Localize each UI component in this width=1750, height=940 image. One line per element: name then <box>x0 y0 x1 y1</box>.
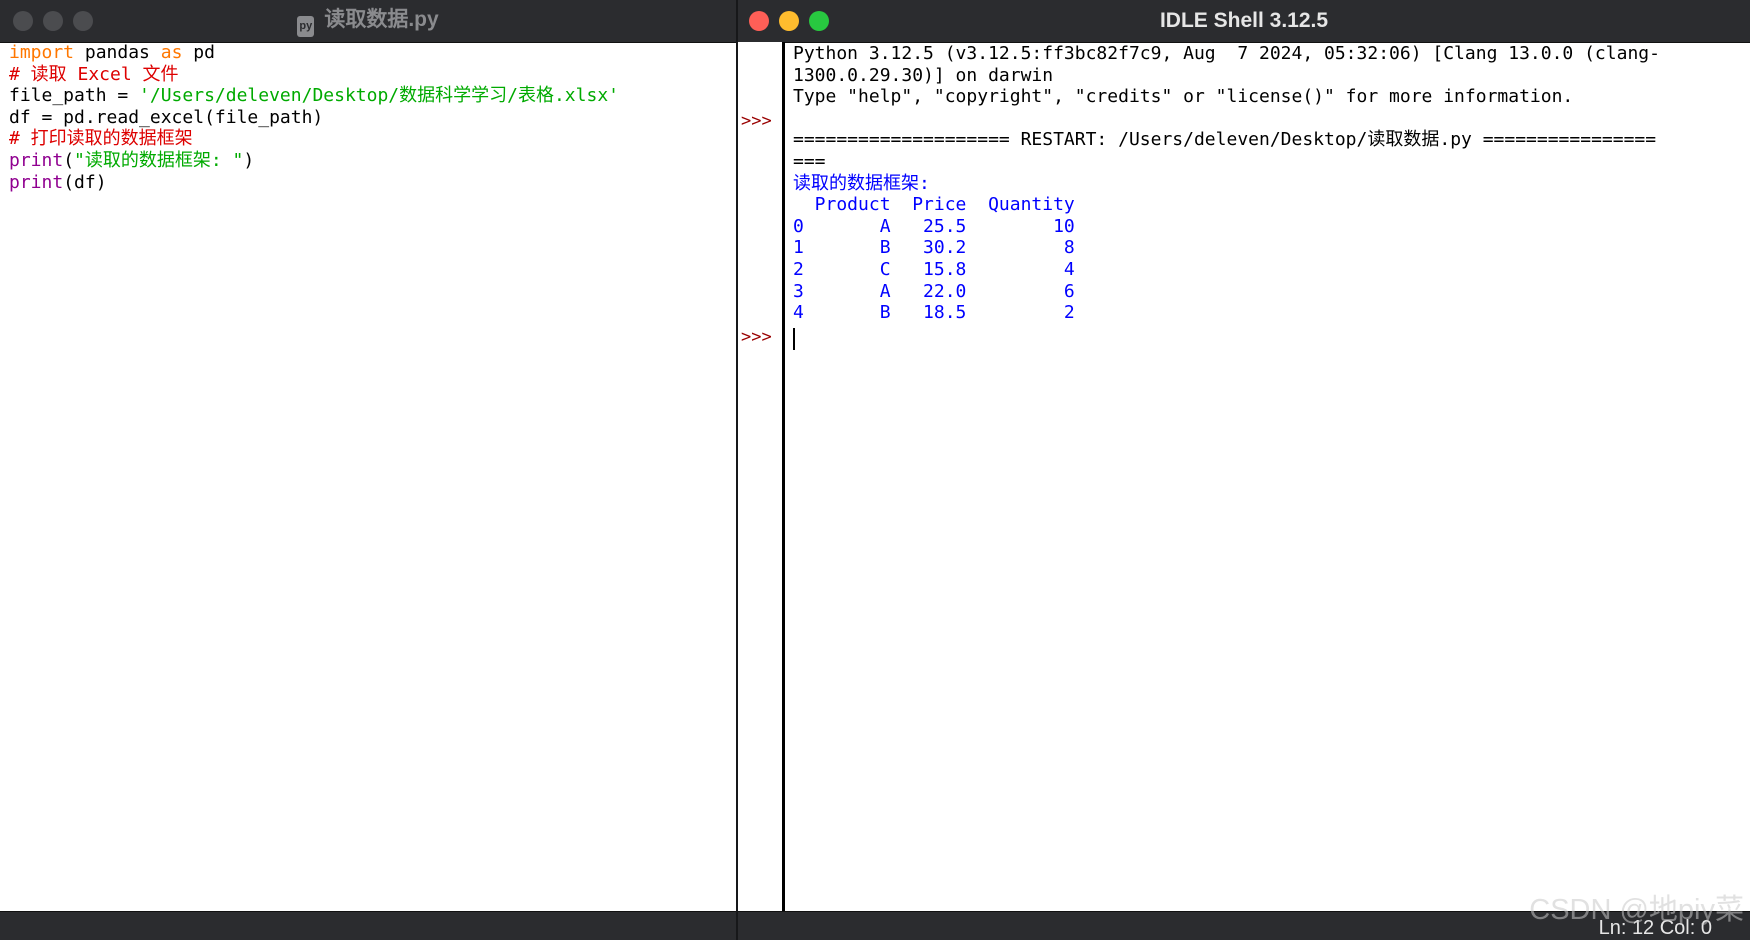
code-token: pandas <box>74 42 161 63</box>
prompt-gutter: >>> >>> <box>738 42 785 912</box>
shell-line: 1 B 30.2 8 <box>793 237 1075 259</box>
code-line[interactable]: df = pd.read_excel(file_path) <box>9 107 736 129</box>
code-line[interactable]: # 读取 Excel 文件 <box>9 64 736 86</box>
python-file-icon: py <box>297 16 315 37</box>
shell-line: 0 A 25.5 10 <box>793 215 1075 237</box>
shell-window[interactable]: IDLE Shell 3.12.5 >>> >>> Python 3.12.5 … <box>738 0 1750 940</box>
code-token: as <box>160 42 183 63</box>
shell-line: Python 3.12.5 (v3.12.5:ff3bc82f7c9, Aug … <box>793 43 1660 64</box>
shell-titlebar[interactable]: IDLE Shell 3.12.5 <box>738 0 1750 43</box>
shell-title: IDLE Shell 3.12.5 <box>1159 9 1329 32</box>
shell-line: 4 B 18.5 2 <box>793 302 1075 324</box>
shell-line: Product Price Quantity <box>793 194 1075 216</box>
code-line[interactable]: file_path = '/Users/deleven/Desktop/数据科学… <box>9 85 736 107</box>
editor-titlebar[interactable]: py 读取数据.py <box>0 0 736 43</box>
code-line[interactable]: import pandas as pd <box>9 42 736 64</box>
code-token: import <box>9 42 75 63</box>
code-token: file_path = <box>9 85 140 107</box>
code-line[interactable]: # 打印读取的数据框架 <box>9 128 736 150</box>
code-token: print <box>9 149 64 171</box>
code-token: "读取的数据框架: " <box>74 149 244 171</box>
editor-statusbar <box>0 911 736 940</box>
code-line[interactable]: print(df) <box>9 172 736 194</box>
shell-line: 3 A 22.0 6 <box>793 280 1075 302</box>
shell-output[interactable]: Python 3.12.5 (v3.12.5:ff3bc82f7c9, Aug … <box>793 43 1750 324</box>
code-editor[interactable]: import pandas as pd # 读取 Excel 文件 file_pat… <box>0 42 736 912</box>
code-token: # 打印读取的数据框架 <box>9 128 193 150</box>
code-token: (df) <box>63 171 107 193</box>
code-token: '/Users/deleven/Desktop/数据科学学习/表格.xlsx' <box>139 85 619 107</box>
shell-line: ==================== RESTART: /Users/del… <box>793 129 1657 151</box>
shell-line: Type "help", "copyright", "credits" or "… <box>793 86 1574 108</box>
shell-line: 读取的数据框架: <box>793 172 930 194</box>
code-token: df = pd.read_excel(file_path) <box>9 106 324 128</box>
editor-window[interactable]: py 读取数据.py import pandas as pd # 读取 Excel … <box>0 0 736 940</box>
code-token: # 读取 Excel 文件 <box>9 63 179 85</box>
code-token: ) <box>243 149 255 171</box>
code-token: print <box>9 171 64 193</box>
shell-line: 2 C 15.8 4 <box>793 258 1075 280</box>
editor-title: py 读取数据.py <box>0 0 736 42</box>
code-token: ( <box>63 149 75 171</box>
shell-line: === <box>793 150 826 172</box>
watermark: CSDN @地piy菜 <box>1529 894 1744 926</box>
text-cursor <box>793 328 795 350</box>
code-line[interactable]: print("读取的数据框架: ") <box>9 150 736 172</box>
code-token: pd <box>182 42 215 63</box>
shell-prompt: >>> <box>741 327 772 347</box>
shell-prompt: >>> <box>741 111 772 131</box>
shell-line: 1300.0.29.30)] on darwin <box>793 64 1054 86</box>
